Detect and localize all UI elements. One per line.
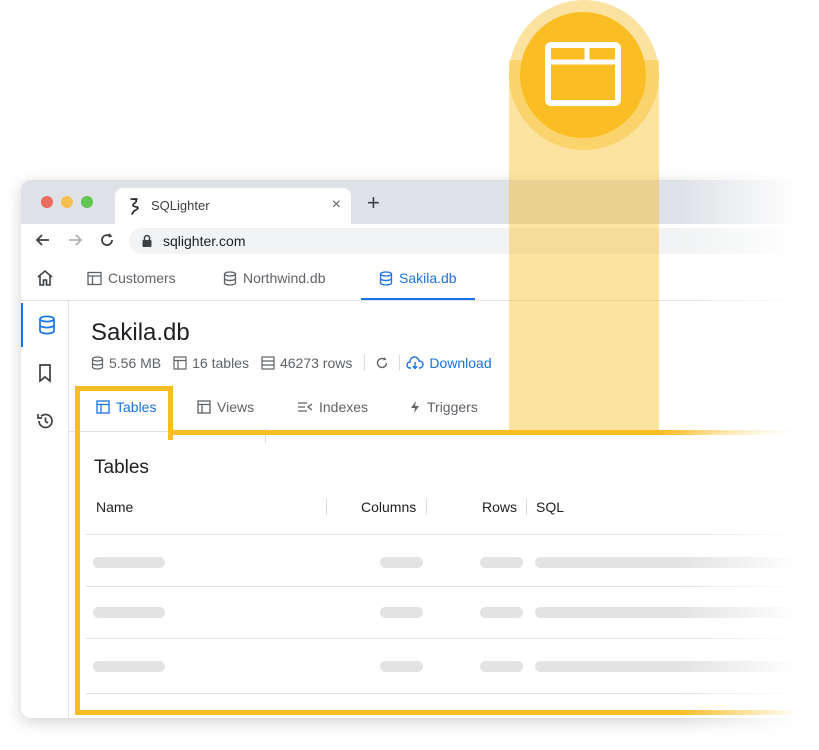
history-icon: [36, 413, 53, 429]
tab-indexes[interactable]: Indexes: [297, 399, 368, 415]
browser-toolbar: sqlighter.com: [21, 224, 819, 258]
database-icon: [223, 270, 237, 286]
tab-triggers[interactable]: Triggers: [409, 399, 478, 415]
database-icon: [379, 270, 393, 286]
refresh-icon[interactable]: [375, 356, 389, 370]
highlight-top-edge: [168, 430, 819, 435]
database-icon: [91, 356, 104, 370]
database-icon: [38, 315, 55, 335]
sidebar: [21, 301, 69, 718]
tab-label: Views: [217, 399, 255, 415]
sqlighter-logo-icon: [130, 198, 139, 215]
url-text: sqlighter.com: [163, 233, 246, 249]
table-icon: [87, 271, 102, 285]
close-tab-icon[interactable]: ×: [332, 196, 341, 214]
folder-icon: [545, 42, 621, 106]
cloud-download-icon: [406, 356, 425, 370]
database-tabs: Customers Northwind.db Sakila.db: [21, 258, 819, 301]
tab-label: Indexes: [319, 399, 369, 415]
db-table-count-text: 16 tables: [192, 355, 249, 371]
browser-tab-title: SQLighter: [151, 198, 210, 213]
download-button[interactable]: Download: [406, 355, 492, 371]
lock-icon: [142, 234, 152, 247]
db-row-count-text: 46273 rows: [279, 355, 353, 371]
db-tab-label: Northwind.db: [243, 270, 326, 286]
table-icon: [173, 356, 187, 370]
page-title: Sakila.db: [91, 319, 190, 346]
view-icon: [197, 400, 211, 414]
minimize-window-button[interactable]: [61, 196, 73, 208]
rows-icon: [261, 356, 275, 370]
db-tab-sakila[interactable]: Sakila.db: [361, 258, 475, 300]
address-bar[interactable]: sqlighter.com: [129, 228, 819, 254]
db-tab-label: Customers: [108, 270, 176, 286]
db-tab-label: Sakila.db: [399, 270, 457, 286]
database-meta: 5.56 MB 16 tables 46273 rows Download: [91, 355, 504, 371]
home-icon[interactable]: [35, 268, 55, 288]
meta-divider: [364, 355, 366, 371]
browser-tab-bar: SQLighter × +: [21, 180, 819, 224]
tab-label: Triggers: [427, 399, 478, 415]
back-arrow-icon[interactable]: [33, 230, 53, 250]
object-tabs: Tables Views Indexes Triggers: [69, 385, 819, 443]
bookmark-icon: [38, 364, 51, 383]
db-size-text: 5.56 MB: [109, 355, 162, 371]
close-window-button[interactable]: [41, 196, 53, 208]
zoom-window-button[interactable]: [81, 196, 93, 208]
tables-panel-highlight: [75, 430, 819, 715]
sidebar-item-databases[interactable]: [21, 303, 70, 347]
db-tab-customers[interactable]: Customers: [87, 258, 176, 298]
db-row-count: 46273 rows: [261, 355, 352, 371]
sidebar-item-saved[interactable]: [21, 351, 68, 395]
bolt-icon: [411, 401, 419, 413]
db-tab-northwind[interactable]: Northwind.db: [223, 258, 326, 298]
browser-tab[interactable]: SQLighter ×: [115, 188, 351, 224]
tab-views[interactable]: Views: [197, 399, 254, 415]
download-label: Download: [429, 355, 492, 371]
sidebar-item-history[interactable]: [21, 399, 68, 443]
db-size: 5.56 MB: [91, 355, 161, 371]
meta-divider: [399, 355, 401, 371]
reload-icon[interactable]: [97, 230, 117, 250]
new-tab-button[interactable]: +: [367, 192, 380, 214]
index-icon: [298, 402, 313, 412]
db-table-count: 16 tables: [173, 355, 249, 371]
forward-arrow-icon[interactable]: [65, 230, 85, 250]
